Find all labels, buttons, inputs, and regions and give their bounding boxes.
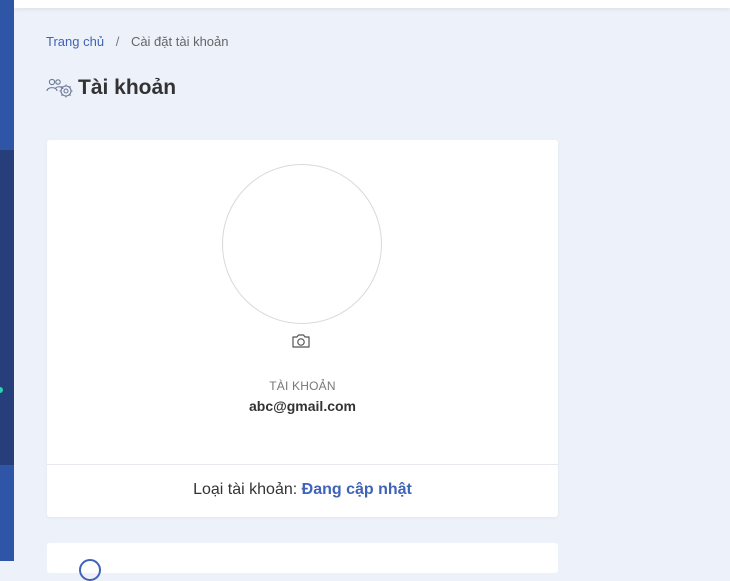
sidebar-band-active	[0, 150, 14, 465]
secondary-card-icon	[79, 559, 101, 581]
sidebar-band	[0, 465, 14, 561]
breadcrumb-current: Cài đặt tài khoản	[130, 34, 229, 49]
page-title: Tài khoản	[78, 76, 177, 99]
breadcrumb-separator: /	[115, 34, 120, 49]
top-header	[14, 0, 730, 8]
camera-icon[interactable]	[291, 333, 311, 349]
card-divider	[47, 464, 558, 465]
breadcrumb-home-link[interactable]: Trang chủ	[46, 34, 104, 49]
profile-card: TÀI KHOẢN abc@gmail.com Loại tài khoản: …	[47, 140, 558, 517]
users-gear-icon	[46, 78, 73, 98]
breadcrumb: Trang chủ / Cài đặt tài khoản	[46, 34, 229, 49]
account-type-label: Loại tài khoản:	[193, 481, 298, 498]
account-type-value: Đang cập nhật	[301, 481, 412, 498]
sidebar-band	[0, 0, 14, 150]
account-email: abc@gmail.com	[248, 398, 357, 414]
account-label: TÀI KHOẢN	[269, 379, 336, 393]
page-header: Tài khoản	[46, 76, 176, 100]
secondary-card	[47, 543, 558, 581]
sidebar	[0, 0, 14, 561]
account-type: Loại tài khoản: Đang cập nhật	[47, 481, 558, 499]
avatar[interactable]	[222, 164, 382, 324]
